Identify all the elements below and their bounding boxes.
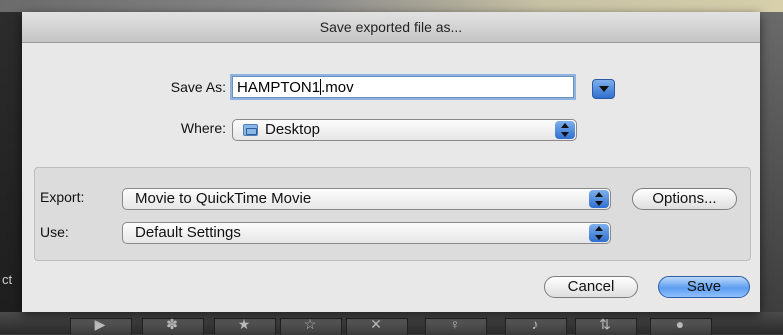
background-left-text: ct — [2, 272, 13, 287]
where-value: Desktop — [265, 121, 321, 138]
where-popup[interactable]: Desktop — [232, 119, 577, 141]
export-value: Movie to QuickTime Movie — [135, 190, 312, 207]
filename-text: HAMPTON1 — [237, 79, 321, 96]
filename-extension: .mov — [321, 79, 354, 96]
options-button[interactable]: Options... — [632, 188, 737, 210]
up-down-arrows-icon — [555, 121, 575, 139]
save-as-label: Save As: — [170, 79, 226, 95]
microphone-icon: ♪ — [531, 316, 539, 332]
crop-icon: ⇅ — [599, 316, 611, 332]
effects-icon: ✽ — [166, 316, 178, 332]
reject-icon: ✕ — [370, 316, 382, 332]
export-label: Export: — [40, 189, 85, 205]
export-options-group — [34, 167, 751, 261]
up-down-arrows-icon — [589, 224, 609, 242]
filename-input[interactable]: HAMPTON1.mov — [232, 76, 574, 98]
save-dialog: Save exported file as... Save As: HAMPTO… — [22, 12, 760, 312]
keyword-icon: ♀ — [449, 316, 461, 332]
up-down-arrows-icon — [589, 190, 609, 208]
use-popup[interactable]: Default Settings — [122, 222, 611, 244]
save-button[interactable]: Save — [658, 276, 750, 298]
star-outline-icon: ☆ — [303, 316, 317, 332]
background-app-strip — [0, 0, 783, 12]
expand-dialog-button[interactable] — [592, 79, 615, 99]
export-popup[interactable]: Movie to QuickTime Movie — [122, 188, 611, 210]
where-label: Where: — [180, 120, 226, 136]
use-value: Default Settings — [135, 224, 241, 241]
background-left-panel — [0, 12, 22, 312]
background-right-panel — [760, 12, 783, 312]
play-icon: ▶ — [94, 316, 106, 332]
use-label: Use: — [40, 224, 69, 240]
dialog-title: Save exported file as... — [319, 19, 463, 35]
info-icon: ● — [675, 316, 685, 332]
star-icon: ★ — [237, 316, 251, 332]
folder-icon — [243, 124, 258, 136]
cancel-button[interactable]: Cancel — [544, 276, 638, 298]
